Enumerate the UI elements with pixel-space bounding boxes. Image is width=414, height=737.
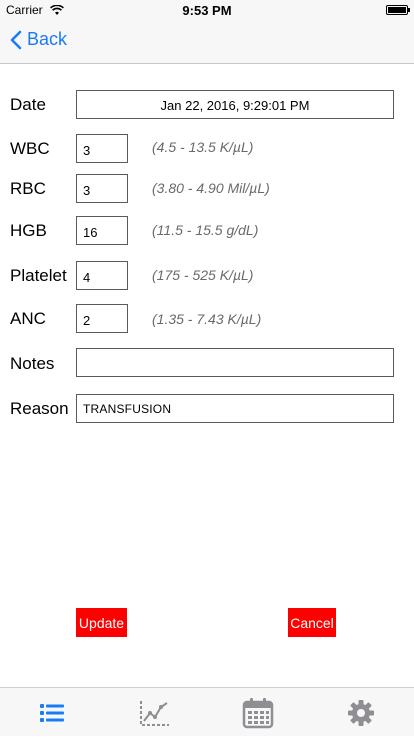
anc-range: (1.35 - 7.43 K/µL) <box>152 311 262 327</box>
platelet-range: (175 - 525 K/µL) <box>152 267 254 283</box>
chevron-left-icon <box>10 30 22 49</box>
rbc-input[interactable]: 3 <box>76 174 128 203</box>
wbc-input[interactable]: 3 <box>76 134 128 163</box>
update-button[interactable]: Update <box>76 608 127 637</box>
navigation-bar: Back <box>0 20 414 64</box>
gear-icon <box>347 699 374 726</box>
rbc-label: RBC <box>10 179 46 198</box>
calendar-icon <box>242 697 273 728</box>
tab-bar <box>0 687 414 736</box>
cancel-button[interactable]: Cancel <box>288 608 336 637</box>
tab-calendar[interactable] <box>206 688 309 737</box>
back-label: Back <box>27 29 68 49</box>
anc-input[interactable]: 2 <box>76 304 128 333</box>
tab-chart[interactable] <box>103 688 206 737</box>
hgb-label: HGB <box>10 221 47 240</box>
tab-settings[interactable] <box>309 688 412 737</box>
date-label: Date <box>10 95 46 114</box>
clock: 9:53 PM <box>182 3 232 18</box>
rbc-range: (3.80 - 4.90 Mil/µL) <box>152 180 270 196</box>
tab-list[interactable] <box>0 688 103 737</box>
date-field[interactable]: Jan 22, 2016, 9:29:01 PM <box>76 90 394 119</box>
reason-label: Reason <box>10 399 69 418</box>
chart-icon <box>139 700 169 726</box>
anc-label: ANC <box>10 309 46 328</box>
list-icon <box>39 703 64 722</box>
battery-icon <box>386 5 410 15</box>
notes-field[interactable] <box>76 348 394 377</box>
status-bar: Carrier 9:53 PM <box>0 0 414 20</box>
hgb-input[interactable]: 16 <box>76 216 128 245</box>
platelet-label: Platelet <box>10 266 67 285</box>
platelet-input[interactable]: 4 <box>76 261 128 290</box>
notes-label: Notes <box>10 354 55 373</box>
hgb-range: (11.5 - 15.5 g/dL) <box>152 222 259 238</box>
wbc-range: (4.5 - 13.5 K/µL) <box>152 139 254 155</box>
wbc-label: WBC <box>10 139 50 158</box>
back-button[interactable]: Back <box>10 29 67 50</box>
reason-field[interactable]: TRANSFUSION <box>76 394 394 423</box>
